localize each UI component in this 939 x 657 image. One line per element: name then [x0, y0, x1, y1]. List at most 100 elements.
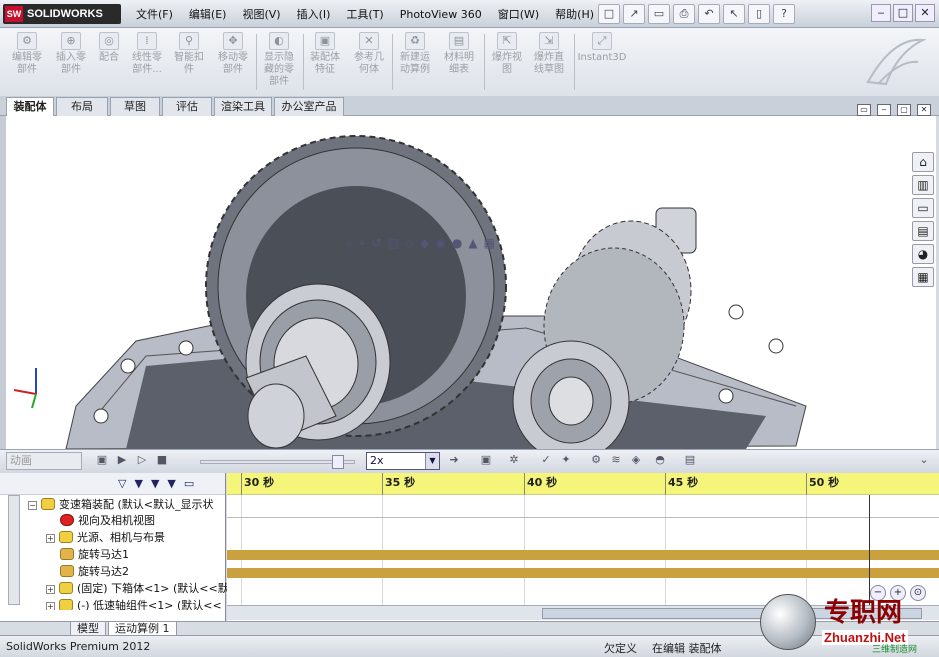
expand-icon[interactable]: + [46, 534, 55, 543]
viewport-close-icon[interactable]: ✕ [917, 104, 931, 116]
tree-item-assembly[interactable]: − 变速箱装配 (默认<默认_显示状 [28, 497, 214, 513]
contact-icon[interactable]: ◈ [628, 452, 644, 468]
smart-fastener-button[interactable]: ⚲ 智能扣件 [164, 32, 214, 76]
select-icon[interactable]: ↖ [723, 4, 745, 24]
expand-icon[interactable]: + [46, 585, 55, 594]
bom-button[interactable]: ▤ 材料明 细表 [434, 32, 484, 76]
timeline-ruler[interactable]: 30 秒 35 秒 40 秒 45 秒 50 秒 [227, 473, 939, 495]
appearance-icon[interactable]: ● [452, 236, 462, 251]
view-orientation-icon[interactable]: ◇ [405, 236, 414, 251]
menu-edit[interactable]: 编辑(E) [181, 6, 235, 22]
autokey-icon[interactable]: ✓ [538, 452, 554, 468]
menu-help[interactable]: 帮助(H) [547, 6, 602, 22]
filter-animated-icon[interactable]: ▼ [134, 477, 142, 490]
filter-icon[interactable]: ▽ [118, 477, 126, 490]
instant3d-button[interactable]: ⤢ Instant3D [574, 32, 630, 64]
print-icon[interactable]: ⎙ [673, 4, 695, 24]
view-palette-icon[interactable]: ▤ [912, 221, 934, 241]
maximize-icon[interactable]: □ [893, 4, 913, 22]
design-library-icon[interactable]: ▥ [912, 175, 934, 195]
results-icon[interactable]: ▤ [682, 452, 698, 468]
display-style-icon[interactable]: ◆ [420, 236, 429, 251]
appearances-icon[interactable]: ◕ [912, 244, 934, 264]
file-explorer-icon[interactable]: ▭ [912, 198, 934, 218]
animation-wizard-icon[interactable]: ✲ [506, 452, 522, 468]
save-animation-icon[interactable]: ▣ [478, 452, 494, 468]
move-component-button[interactable]: ✥ 移动零 部件 [208, 32, 258, 76]
study-type-select[interactable]: 动画 [6, 452, 82, 470]
menu-tools[interactable]: 工具(T) [338, 6, 391, 22]
minimize-icon[interactable]: ‒ [871, 4, 891, 22]
calculate-icon[interactable]: ▣ [94, 452, 110, 468]
motor-icon[interactable]: ⚙ [588, 452, 604, 468]
tree-item-motor-1[interactable]: 旋转马达1 [60, 547, 129, 563]
explode-line-sketch-button[interactable]: ⇲ 爆炸直 线草图 [524, 32, 574, 76]
reference-geometry-button[interactable]: ✕ 参考几 何体 [344, 32, 394, 76]
open-document-icon[interactable]: ↗ [623, 4, 645, 24]
tree-item-low-speed-shaft[interactable]: + (-) 低速轴组件<1> (默认<< [46, 598, 222, 610]
tab-motion-study-1[interactable]: 运动算例 1 [108, 622, 177, 636]
show-hidden-button[interactable]: ◐ 显示隐 藏的零 部件 [254, 32, 304, 88]
tab-assembly[interactable]: 装配体 [6, 97, 54, 116]
rebuild-icon[interactable]: ▯ [748, 4, 770, 24]
hide-show-icon[interactable]: ◉ [435, 236, 445, 251]
zoom-area-icon[interactable]: ⌖ [359, 236, 366, 251]
tree-item-lights[interactable]: + 光源、相机与布景 [46, 530, 165, 546]
play-icon[interactable]: ▷ [134, 452, 150, 468]
tab-render-tools[interactable]: 渲染工具 [214, 97, 272, 116]
filter-selected-icon[interactable]: ▼ [167, 477, 175, 490]
viewport-restore-icon[interactable]: ▢ [897, 104, 911, 116]
assembly-feature-button[interactable]: ▣ 装配体 特征 [300, 32, 350, 76]
tab-sketch[interactable]: 草图 [110, 97, 160, 116]
view-settings-icon[interactable]: ▦ [484, 236, 495, 251]
add-key-icon[interactable]: ✦ [558, 452, 574, 468]
edit-component-button[interactable]: ⚙ 编辑零 部件 [2, 32, 52, 76]
collapse-icon[interactable]: − [28, 501, 37, 510]
tab-office-products[interactable]: 办公室产品 [274, 97, 344, 116]
motor-1-timeline-bar[interactable] [227, 550, 939, 560]
playback-slider-thumb[interactable] [332, 455, 344, 469]
menu-file[interactable]: 文件(F) [128, 6, 181, 22]
filter-driving-icon[interactable]: ▼ [151, 477, 159, 490]
home-icon[interactable]: ⌂ [912, 152, 934, 172]
new-document-icon[interactable]: □ [598, 4, 620, 24]
play-from-start-icon[interactable]: ▶ [114, 452, 130, 468]
motor-2-timeline-bar[interactable] [227, 568, 939, 578]
zoom-to-fit-icon[interactable]: ⌕ [346, 236, 353, 251]
playback-mode-icon[interactable]: ➜ [446, 452, 462, 468]
undo-icon[interactable]: ↶ [698, 4, 720, 24]
solidworks-logo[interactable]: SW SOLIDWORKS [3, 4, 121, 24]
expand-icon[interactable]: + [46, 602, 55, 610]
tree-item-motor-2[interactable]: 旋转马达2 [60, 564, 129, 580]
scene-icon[interactable]: ▲ [468, 236, 477, 251]
part-icon [59, 599, 73, 610]
reference-geometry-icon: ✕ [359, 32, 379, 50]
ruler-tick: 45 秒 [665, 473, 698, 495]
tab-evaluate[interactable]: 评估 [162, 97, 212, 116]
graphics-area[interactable]: ⌕ ⌖ ↺ ▧ ◇ ◆ ◉ ● ▲ ▦ [6, 116, 936, 449]
previous-view-icon[interactable]: ↺ [372, 236, 382, 251]
stop-icon[interactable]: ■ [154, 452, 170, 468]
tree-scrollbar[interactable] [8, 495, 20, 605]
spring-icon[interactable]: ≋ [608, 452, 624, 468]
custom-properties-icon[interactable]: ▦ [912, 267, 934, 287]
collapse-motion-manager-icon[interactable]: ⌄ [916, 452, 932, 468]
close-icon[interactable]: ✕ [915, 4, 935, 22]
viewport-minimize-icon[interactable]: ‒ [877, 104, 891, 116]
menu-photoview[interactable]: PhotoView 360 [392, 8, 490, 21]
viewport-split-icon[interactable]: ▭ [857, 104, 871, 116]
save-icon[interactable]: ▭ [648, 4, 670, 24]
menu-window[interactable]: 窗口(W) [490, 6, 547, 22]
gravity-icon[interactable]: ◓ [652, 452, 668, 468]
tab-layout[interactable]: 布局 [56, 97, 108, 116]
menu-view[interactable]: 视图(V) [234, 6, 288, 22]
playback-speed-select[interactable]: 2x ▼ [366, 452, 440, 470]
menu-insert[interactable]: 插入(I) [289, 6, 339, 22]
filter-results-icon[interactable]: ▭ [184, 477, 194, 490]
new-motion-study-button[interactable]: ♻ 新建运 动算例 [390, 32, 440, 76]
tree-item-lower-housing[interactable]: + (固定) 下箱体<1> (默认<<默 [46, 581, 229, 597]
help-icon[interactable]: ? [773, 4, 795, 24]
tree-item-camera-views[interactable]: 视向及相机视图 [60, 513, 155, 529]
tab-model[interactable]: 模型 [70, 622, 106, 636]
section-view-icon[interactable]: ▧ [388, 236, 399, 251]
